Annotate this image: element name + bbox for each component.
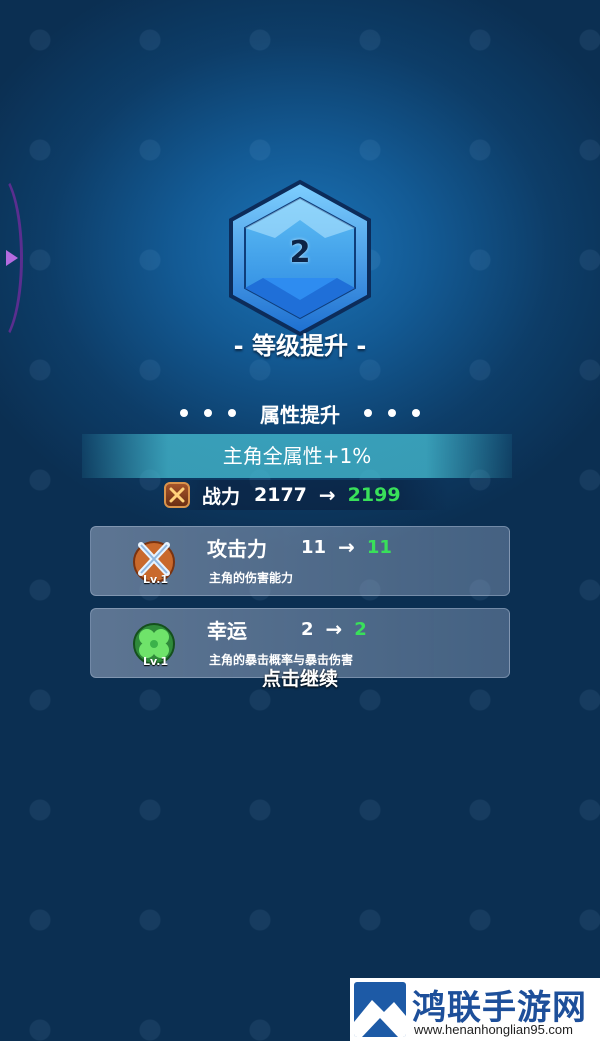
- site-watermark: 鸿联手游网 www.henanhonglian95.com: [350, 978, 600, 1041]
- combat-power-row: 战力 2177 → 2199: [160, 480, 448, 510]
- watermark-logo-icon: [354, 982, 406, 1037]
- stat-change: 11 → 11: [301, 535, 392, 559]
- combat-power-old: 2177: [254, 484, 307, 506]
- combat-power-icon: [164, 482, 190, 508]
- stat-old-value: 11: [301, 537, 326, 558]
- attribute-header: 属性提升: [0, 398, 600, 428]
- stat-card-attack: Lv.1 攻击力 11 → 11 主角的伤害能力: [90, 526, 510, 596]
- arrow-icon: →: [338, 535, 355, 559]
- stat-new-value: 11: [367, 537, 392, 558]
- stat-change: 2 → 2: [301, 617, 367, 641]
- expand-arrow-icon[interactable]: [6, 250, 18, 266]
- skill-level: Lv.1: [143, 573, 168, 586]
- arrow-icon: →: [319, 483, 336, 507]
- arrow-icon: →: [326, 617, 343, 641]
- level-number: 2: [225, 235, 375, 270]
- attribute-title: 属性提升: [260, 399, 340, 428]
- background-pattern: [0, 0, 600, 1041]
- decorative-dots-right: [364, 409, 420, 417]
- stat-description: 主角的伤害能力: [209, 569, 293, 586]
- tap-to-continue-button[interactable]: 点击继续: [0, 664, 600, 691]
- attribute-bonus-text: 主角全属性+1%: [82, 434, 512, 478]
- level-up-title: - 等级提升 -: [0, 326, 600, 361]
- decorative-dots-left: [180, 409, 236, 417]
- level-gem-badge: 2: [225, 178, 375, 338]
- attribute-bonus-band: 主角全属性+1%: [82, 434, 512, 478]
- stat-name: 攻击力: [207, 533, 267, 562]
- stat-new-value: 2: [354, 619, 367, 640]
- combat-power-label: 战力: [202, 482, 240, 509]
- stat-old-value: 2: [301, 619, 314, 640]
- watermark-url: www.henanhonglian95.com: [414, 1022, 573, 1037]
- stat-name: 幸运: [207, 615, 247, 644]
- combat-power-new: 2199: [348, 484, 401, 506]
